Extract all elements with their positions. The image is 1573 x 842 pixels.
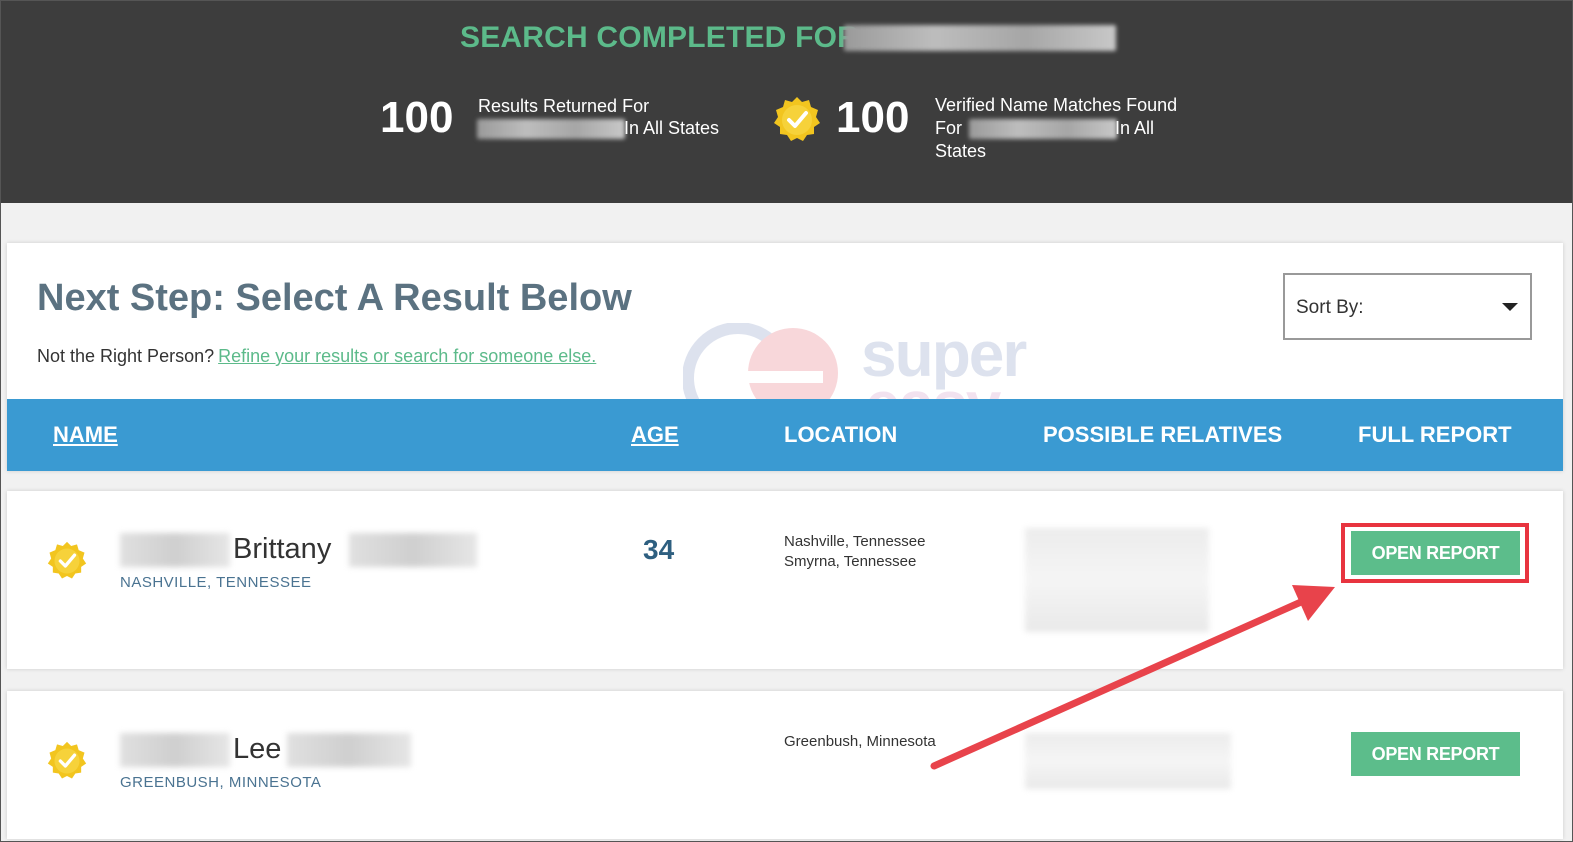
table-row: Brittany NASHVILLE, TENNESSEE 34 Nashvil… xyxy=(7,491,1563,669)
caret-down-icon xyxy=(1502,303,1518,311)
location-item: Nashville, Tennessee xyxy=(784,533,926,550)
verified-count: 100 xyxy=(836,93,910,142)
result-locations: Nashville, Tennessee Smyrna, Tennessee xyxy=(784,532,925,572)
redacted-last-name xyxy=(349,533,477,567)
verified-for: For xyxy=(935,118,962,138)
location-item: Greenbush, Minnesota xyxy=(784,733,936,750)
results-panel: super easy Next Step: Select A Result Be… xyxy=(7,243,1563,471)
redacted-relatives xyxy=(1025,733,1231,789)
result-name[interactable]: Lee xyxy=(233,733,281,766)
results-scope: In All States xyxy=(624,118,720,138)
table-row: Lee GREENBUSH, MINNESOTA Greenbush, Minn… xyxy=(7,691,1563,839)
search-completed-title: SEARCH COMPLETED FOR: xyxy=(460,21,870,54)
not-right-label: Not the Right Person? xyxy=(37,346,215,366)
verified-label: Verified Name Matches Found xyxy=(935,95,1178,115)
refine-search-link[interactable]: Refine your results or search for someon… xyxy=(218,346,596,366)
table-header: NAME AGE LOCATION POSSIBLE RELATIVES FUL… xyxy=(7,399,1563,471)
open-report-button[interactable]: OPEN REPORT xyxy=(1351,732,1520,776)
verified-scope: In All xyxy=(1115,118,1155,138)
verified-scope-cont: States xyxy=(935,141,987,161)
result-home-location: GREENBUSH, MINNESOTA xyxy=(120,774,322,791)
result-locations: Greenbush, Minnesota xyxy=(784,732,936,752)
result-home-location: NASHVILLE, TENNESSEE xyxy=(120,574,312,591)
location-item: Smyrna, Tennessee xyxy=(784,553,917,570)
sort-label: Sort By: xyxy=(1296,297,1364,318)
redacted-relatives xyxy=(1025,528,1209,632)
results-count: 100 xyxy=(380,93,454,142)
results-label: Results Returned For xyxy=(478,96,650,116)
column-header-age[interactable]: AGE xyxy=(631,422,679,448)
not-right-person: Not the Right Person? Refine your results… xyxy=(37,346,596,367)
column-header-name[interactable]: NAME xyxy=(53,422,118,448)
search-summary-header: SEARCH COMPLETED FOR: 100 Results Return… xyxy=(1,1,1572,203)
column-header-location: LOCATION xyxy=(784,422,898,447)
result-name[interactable]: Brittany xyxy=(233,533,331,566)
column-header-report: FULL REPORT xyxy=(1358,422,1512,447)
redacted-name xyxy=(477,119,625,139)
redacted-last-name xyxy=(287,733,411,767)
verified-badge-icon xyxy=(47,541,87,579)
redacted-first-name xyxy=(120,733,230,767)
verified-badge-icon xyxy=(774,97,820,141)
page-title: Next Step: Select A Result Below xyxy=(37,277,632,319)
open-report-button[interactable]: OPEN REPORT xyxy=(1351,531,1520,575)
watermark-text: super xyxy=(861,318,1027,390)
redacted-first-name xyxy=(120,533,230,567)
sort-dropdown[interactable]: Sort By: xyxy=(1283,273,1532,340)
column-header-relatives: POSSIBLE RELATIVES xyxy=(1043,422,1283,447)
redacted-search-term xyxy=(844,25,1116,51)
result-age: 34 xyxy=(643,534,675,565)
redacted-name xyxy=(969,119,1117,139)
verified-badge-icon xyxy=(47,741,87,779)
